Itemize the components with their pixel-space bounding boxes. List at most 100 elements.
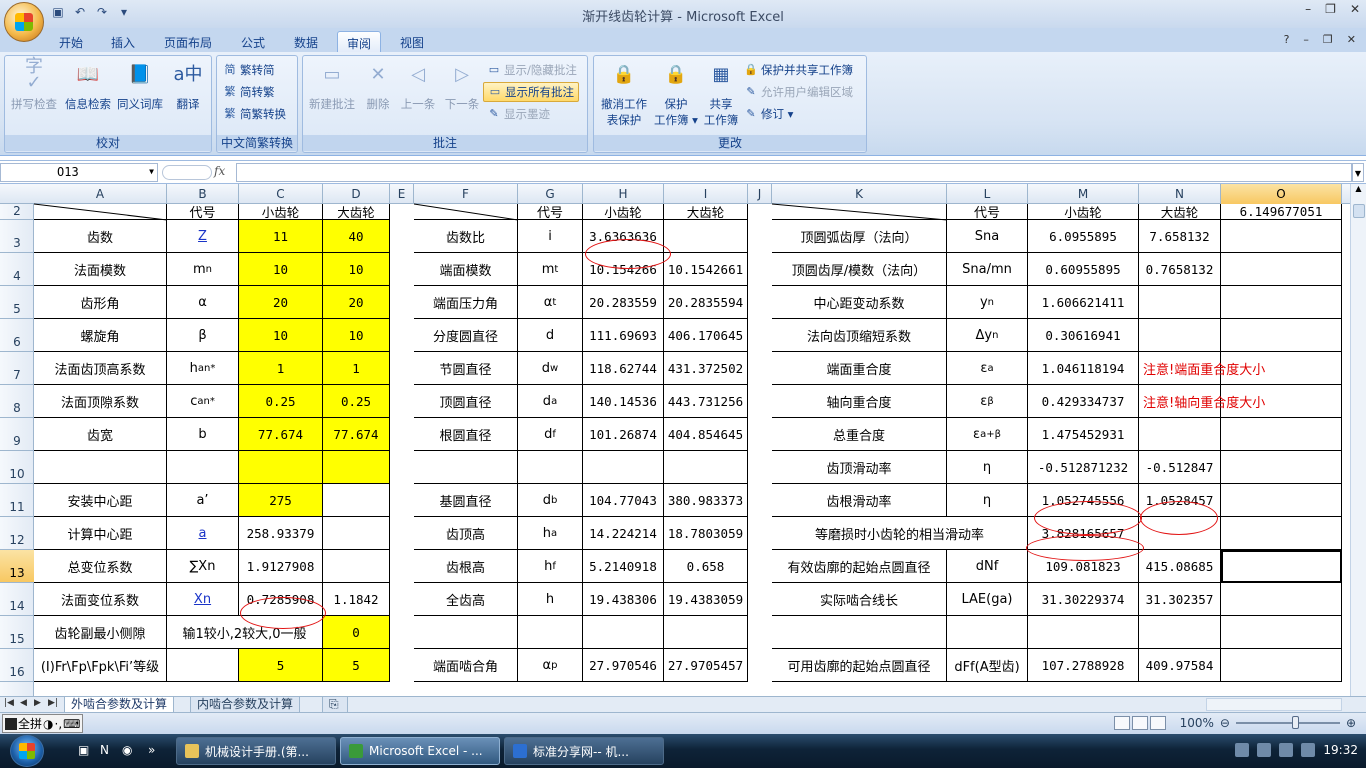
task-browser[interactable]: 标准分享网-- 机... (504, 737, 664, 765)
tab-insert[interactable]: 插入 (102, 31, 144, 52)
row-header-10[interactable]: 10 (0, 451, 34, 484)
ime-toolbar[interactable]: 全拼 ◑ ·, ⌨ (2, 714, 84, 733)
cell-l6[interactable]: Δy n (947, 319, 1028, 352)
cell-a8[interactable]: 法面顶隙系数 (34, 385, 167, 418)
cell-b14[interactable]: Xn (167, 583, 239, 616)
cell-l7[interactable]: ε a (947, 352, 1028, 385)
prev-sheet-icon[interactable]: ◀ (20, 698, 27, 708)
help-icon[interactable]: ? (1284, 33, 1290, 46)
cell-c3[interactable]: 11 (239, 220, 323, 253)
cell-m9[interactable]: 1.475452931 (1028, 418, 1139, 451)
cell-c2[interactable]: 小齿轮 (239, 204, 323, 220)
cell-b12[interactable]: a (167, 517, 239, 550)
cell-a2[interactable] (34, 204, 167, 220)
row-header-13[interactable]: 13 (0, 550, 34, 583)
cell-f5[interactable]: 端面压力角 (414, 286, 518, 319)
cell-i12[interactable]: 18.7803059 (664, 517, 748, 550)
cell-n5[interactable] (1139, 286, 1221, 319)
quicklaunch-app-icon[interactable]: ▣ (78, 743, 89, 757)
cell-g4[interactable]: mt (518, 253, 583, 286)
next-comment-button[interactable]: ▷ 下一条 (441, 60, 483, 112)
tab-home[interactable]: 开始 (50, 31, 92, 52)
cell-g10[interactable] (518, 451, 583, 484)
expand-formula-bar-icon[interactable]: ▼ (1352, 163, 1364, 182)
research-button[interactable]: 📖 信息检索 (63, 60, 113, 112)
cell-g3[interactable]: i (518, 220, 583, 253)
cell-j4[interactable] (748, 253, 772, 286)
cell-j16[interactable] (748, 649, 772, 682)
tray-volume-icon[interactable] (1301, 743, 1316, 757)
cell-j13[interactable] (748, 550, 772, 583)
cell-g14[interactable]: h (518, 583, 583, 616)
cell-d4[interactable]: 10 (323, 253, 390, 286)
cell-c14[interactable]: 0.7285908 (239, 583, 323, 616)
cell-c11[interactable]: 275 (239, 484, 323, 517)
column-header-d[interactable]: D (323, 184, 390, 204)
cell-d12[interactable] (323, 517, 390, 550)
cell-h11[interactable]: 104.77043 (583, 484, 664, 517)
cell-f4[interactable]: 端面模数 (414, 253, 518, 286)
cell-d14[interactable]: 1.1842 (323, 583, 390, 616)
cell-e13[interactable] (390, 550, 414, 583)
chinese-conversion-button[interactable]: 繁简繁转换 (223, 104, 287, 124)
cell-f12[interactable]: 齿顶高 (414, 517, 518, 550)
cell-a15[interactable]: 齿轮副最小侧隙 (34, 616, 167, 649)
cell-i4[interactable]: 10.1542661 (664, 253, 748, 286)
cell-j14[interactable] (748, 583, 772, 616)
row-header-15[interactable]: 15 (0, 616, 34, 649)
quicklaunch-globe-icon[interactable]: ◉ (122, 743, 132, 757)
cell-m10[interactable]: -0.512871232 (1028, 451, 1139, 484)
column-header-c[interactable]: C (239, 184, 323, 204)
cell-k5[interactable]: 中心距变动系数 (772, 286, 947, 319)
cell-g9[interactable]: df (518, 418, 583, 451)
cell-o3[interactable] (1221, 220, 1342, 253)
cell-d2[interactable]: 大齿轮 (323, 204, 390, 220)
cell-f7[interactable]: 节圆直径 (414, 352, 518, 385)
cell-f14[interactable]: 全齿高 (414, 583, 518, 616)
column-header-f[interactable]: F (414, 184, 518, 204)
column-header-l[interactable]: L (947, 184, 1028, 204)
cell-d6[interactable]: 10 (323, 319, 390, 352)
column-header-e[interactable]: E (390, 184, 414, 204)
cell-n2[interactable]: 大齿轮 (1139, 204, 1221, 220)
cell-j9[interactable] (748, 418, 772, 451)
cell-a13[interactable]: 总变位系数 (34, 550, 167, 583)
cell-n8[interactable]: 注意!轴向重合度大小 (1139, 385, 1265, 418)
cell-b6[interactable]: β (167, 319, 239, 352)
cell-o10[interactable] (1221, 451, 1342, 484)
cell-a5[interactable]: 齿形角 (34, 286, 167, 319)
cell-k13[interactable]: 有效齿廓的起始点圆直径 (772, 550, 947, 583)
ime-moon-icon[interactable]: ◑ (43, 717, 53, 731)
cell-d16[interactable]: 5 (323, 649, 390, 682)
tab-data[interactable]: 数据 (285, 31, 327, 52)
cell-k6[interactable]: 法向齿顶缩短系数 (772, 319, 947, 352)
cell-f6[interactable]: 分度圆直径 (414, 319, 518, 352)
cell-c13[interactable]: 1.9127908 (239, 550, 323, 583)
cell-k12[interactable]: 等磨损时小齿轮的相当滑动率 (772, 517, 1028, 550)
allow-edit-ranges-button[interactable]: ✎ 允许用户编辑区域 (744, 82, 853, 102)
cell-h7[interactable]: 118.62744 (583, 352, 664, 385)
cell-m2[interactable]: 小齿轮 (1028, 204, 1139, 220)
cell-k4[interactable]: 顶圆齿厚/模数（法向） (772, 253, 947, 286)
cell-k2[interactable] (772, 204, 947, 220)
cell-j3[interactable] (748, 220, 772, 253)
cell-i7[interactable]: 431.372502 (664, 352, 748, 385)
tab-view[interactable]: 视图 (391, 31, 433, 52)
cell-l11[interactable]: η (947, 484, 1028, 517)
cell-k16[interactable]: 可用齿廓的起始点圆直径 (772, 649, 947, 682)
cell-o12[interactable] (1221, 517, 1342, 550)
cell-i13[interactable]: 0.658 (664, 550, 748, 583)
cell-l10[interactable]: η (947, 451, 1028, 484)
cell-b8[interactable]: c an * (167, 385, 239, 418)
cell-a11[interactable]: 安装中心距 (34, 484, 167, 517)
cell-i5[interactable]: 20.2835594 (664, 286, 748, 319)
cell-b3[interactable]: Z (167, 220, 239, 253)
formula-input[interactable] (236, 163, 1352, 182)
cell-e2[interactable] (390, 204, 414, 220)
row-header-2[interactable]: 2 (0, 204, 34, 220)
row-header-11[interactable]: 11 (0, 484, 34, 517)
cell-g11[interactable]: db (518, 484, 583, 517)
cell-n15[interactable] (1139, 616, 1221, 649)
cell-o2[interactable]: 6.149677051 (1221, 204, 1342, 220)
cell-h2[interactable]: 小齿轮 (583, 204, 664, 220)
